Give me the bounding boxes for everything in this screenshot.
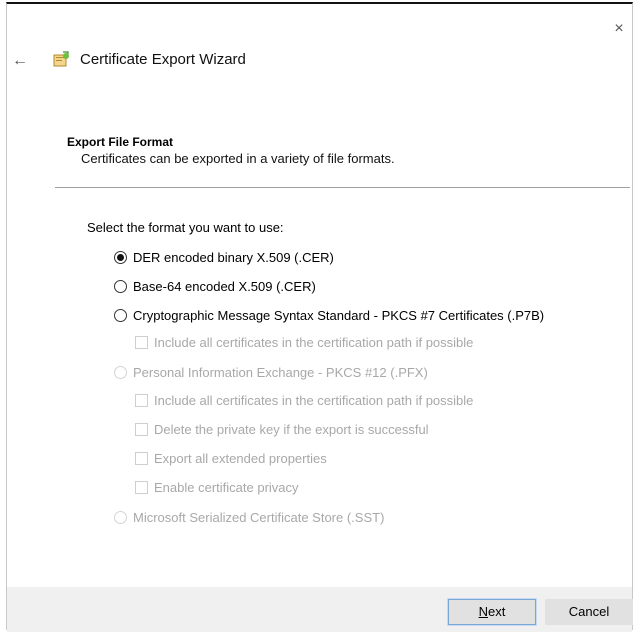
cancel-button-label: Cancel bbox=[568, 604, 610, 619]
close-icon[interactable]: × bbox=[608, 18, 630, 40]
checkbox-pfx-include-all[interactable]: Include all certificates in the certific… bbox=[135, 393, 473, 408]
radio-base64-indicator[interactable] bbox=[114, 280, 127, 293]
checkbox-pfx-include-all-box[interactable] bbox=[135, 394, 148, 407]
back-arrow-icon[interactable]: ← bbox=[10, 51, 30, 71]
radio-base64[interactable]: Base-64 encoded X.509 (.CER) bbox=[114, 279, 316, 294]
checkbox-certificate-privacy-label: Enable certificate privacy bbox=[154, 480, 299, 495]
checkbox-export-extended[interactable]: Export all extended properties bbox=[135, 451, 327, 466]
radio-der-label: DER encoded binary X.509 (.CER) bbox=[133, 250, 334, 265]
radio-der[interactable]: DER encoded binary X.509 (.CER) bbox=[114, 250, 334, 265]
radio-pfx[interactable]: Personal Information Exchange - PKCS #12… bbox=[114, 365, 428, 380]
section-title: Export File Format bbox=[67, 135, 174, 149]
button-bar bbox=[7, 587, 632, 632]
radio-pfx-indicator[interactable] bbox=[114, 366, 127, 379]
checkbox-delete-private-key[interactable]: Delete the private key if the export is … bbox=[135, 422, 429, 437]
radio-pfx-label: Personal Information Exchange - PKCS #12… bbox=[133, 365, 428, 380]
checkbox-pkcs7-include-all[interactable]: Include all certificates in the certific… bbox=[135, 335, 473, 350]
radio-der-indicator[interactable] bbox=[114, 251, 127, 264]
radio-sst-label: Microsoft Serialized Certificate Store (… bbox=[133, 510, 385, 525]
radio-sst[interactable]: Microsoft Serialized Certificate Store (… bbox=[114, 510, 384, 525]
next-button-label: Next bbox=[478, 604, 506, 619]
wizard-window: × ← Certificate Export Wizard Export Fil… bbox=[6, 2, 633, 632]
radio-pkcs7[interactable]: Cryptographic Message Syntax Standard - … bbox=[114, 308, 544, 323]
next-button[interactable]: Next bbox=[447, 598, 537, 626]
certificate-wizard-icon bbox=[53, 51, 69, 67]
radio-sst-indicator[interactable] bbox=[114, 511, 127, 524]
checkbox-pkcs7-include-all-label: Include all certificates in the certific… bbox=[154, 335, 474, 350]
wizard-title: Certificate Export Wizard bbox=[80, 51, 246, 68]
checkbox-certificate-privacy[interactable]: Enable certificate privacy bbox=[135, 480, 299, 495]
section-description: Certificates can be exported in a variet… bbox=[81, 151, 395, 166]
checkbox-pfx-include-all-label: Include all certificates in the certific… bbox=[154, 393, 474, 408]
checkbox-pkcs7-include-all-box[interactable] bbox=[135, 336, 148, 349]
checkbox-delete-private-key-box[interactable] bbox=[135, 423, 148, 436]
cancel-button[interactable]: Cancel bbox=[545, 599, 633, 625]
radio-pkcs7-label: Cryptographic Message Syntax Standard - … bbox=[133, 308, 545, 323]
radio-pkcs7-indicator[interactable] bbox=[114, 309, 127, 322]
checkbox-export-extended-label: Export all extended properties bbox=[154, 451, 327, 466]
radio-base64-label: Base-64 encoded X.509 (.CER) bbox=[133, 279, 316, 294]
format-prompt: Select the format you want to use: bbox=[87, 220, 284, 235]
checkbox-delete-private-key-label: Delete the private key if the export is … bbox=[154, 422, 429, 437]
checkbox-certificate-privacy-box[interactable] bbox=[135, 481, 148, 494]
checkbox-export-extended-box[interactable] bbox=[135, 452, 148, 465]
header-divider bbox=[55, 187, 630, 188]
